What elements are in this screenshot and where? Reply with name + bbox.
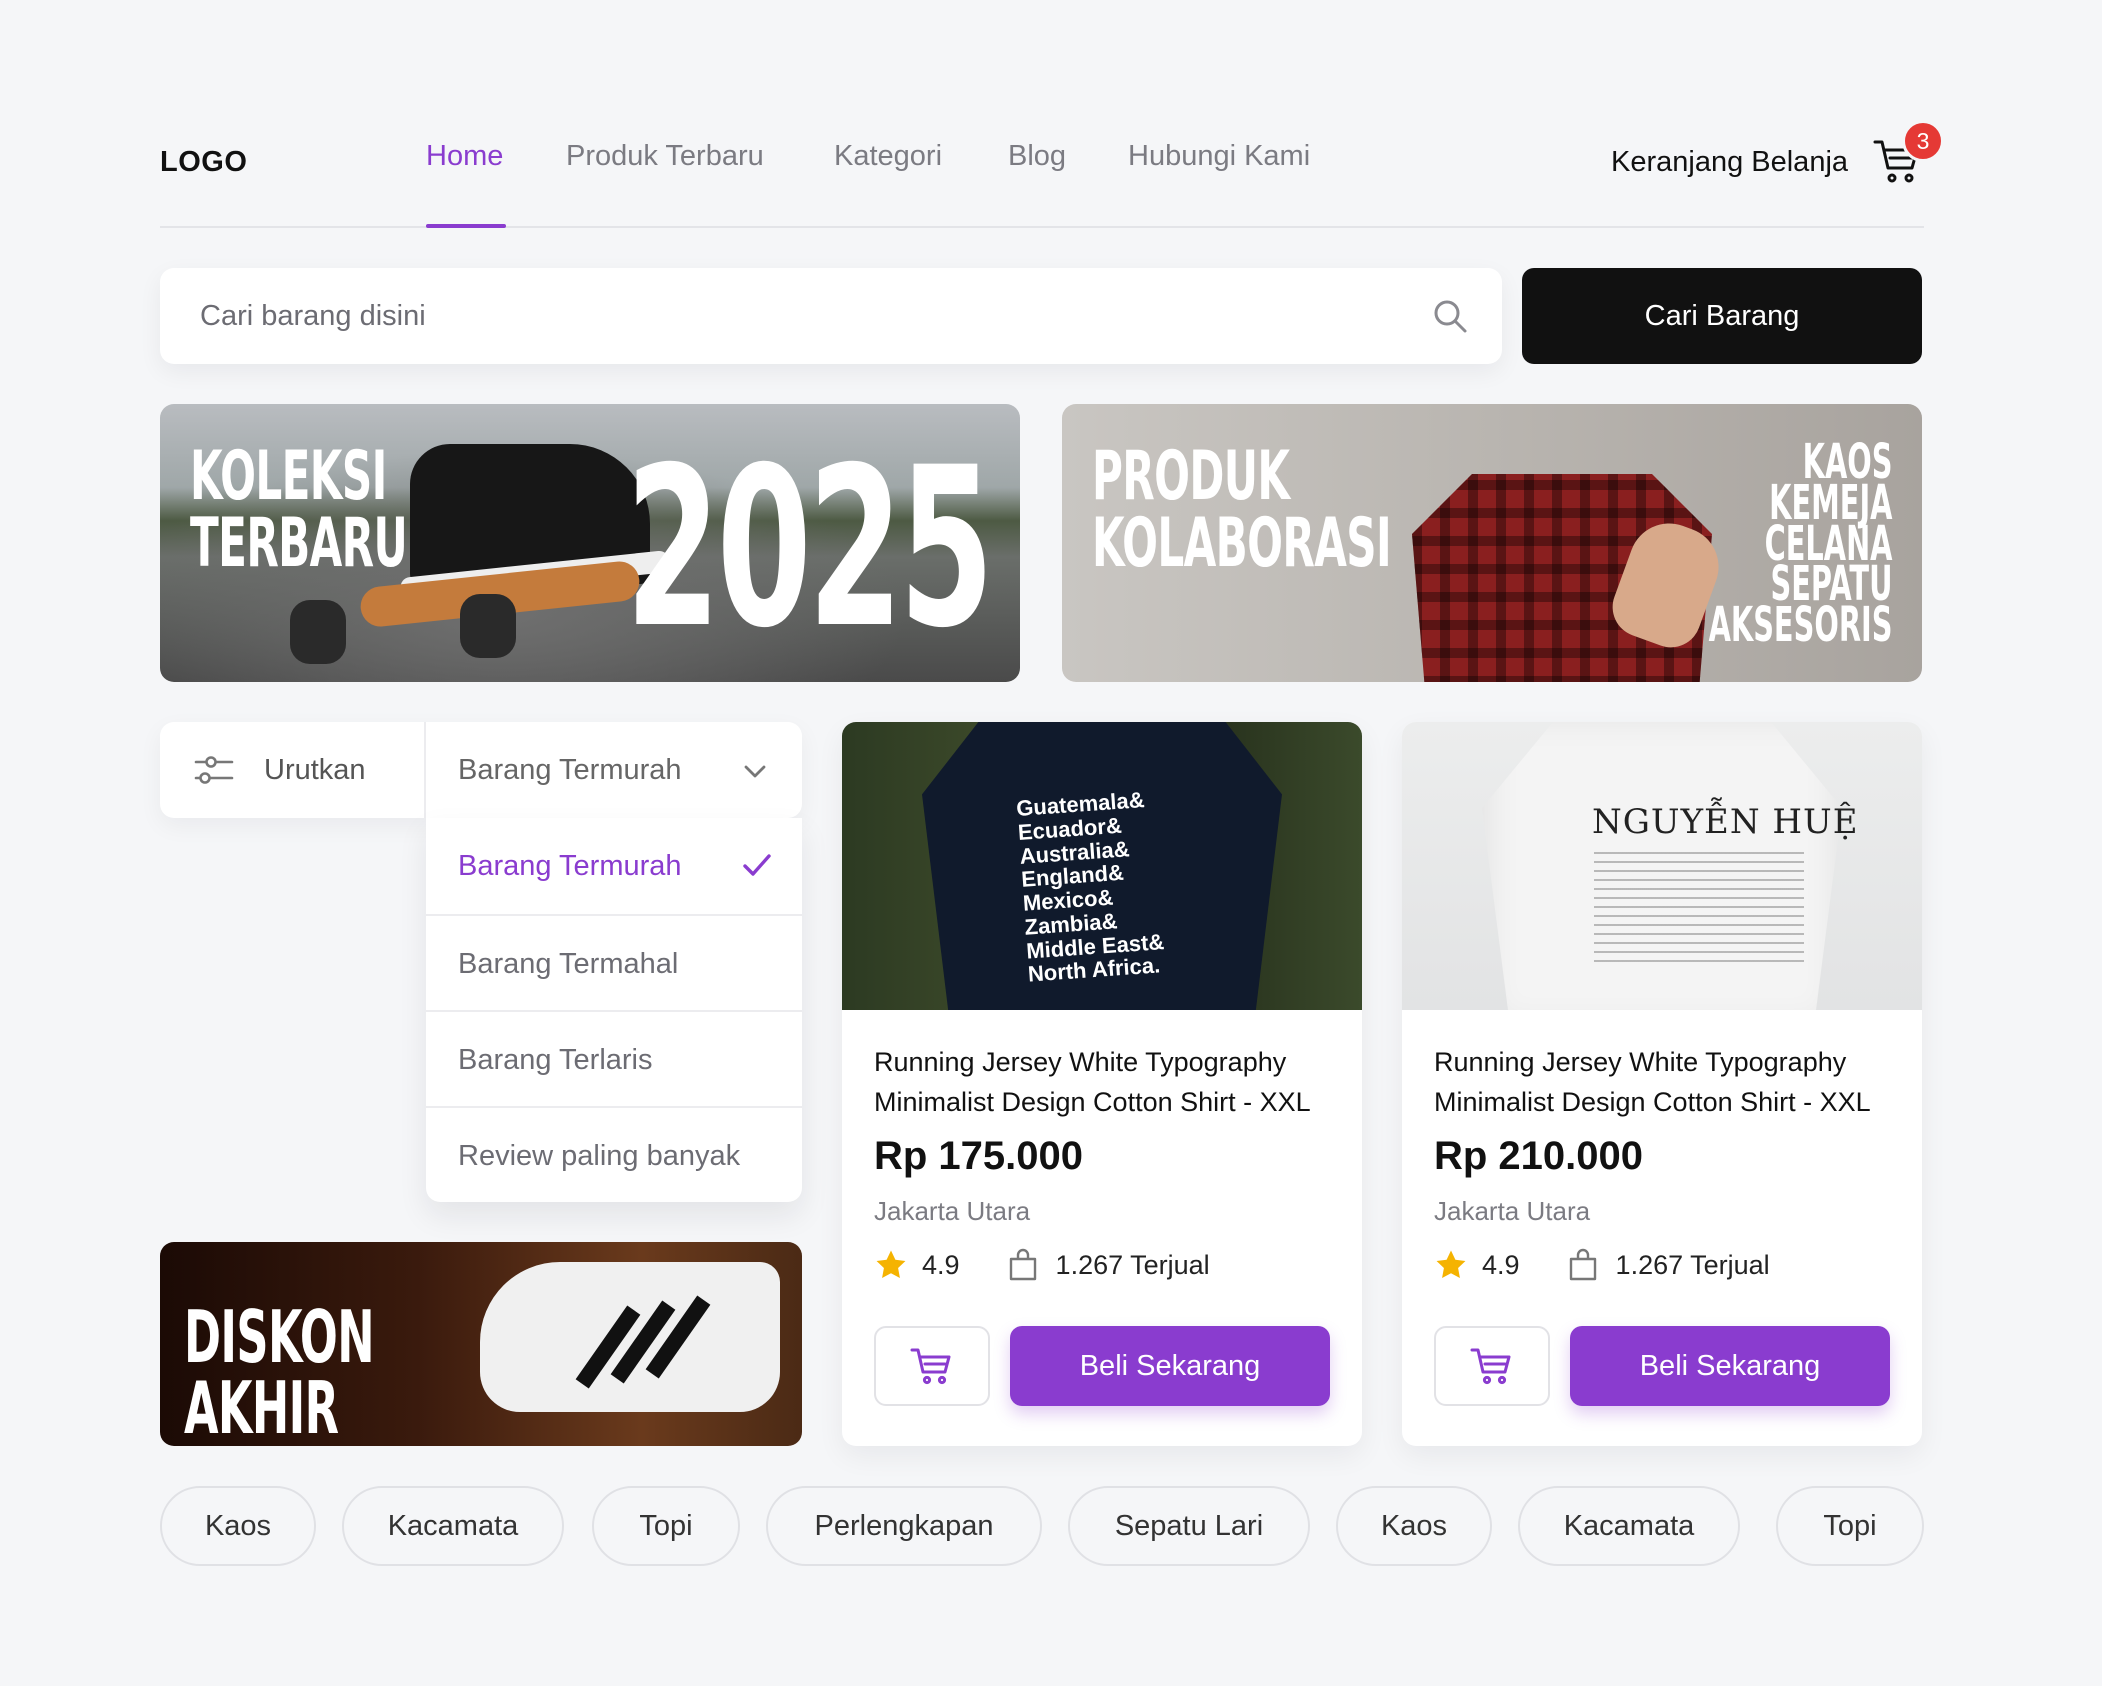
sort-dropdown[interactable]: Urutkan Barang Termurah	[160, 722, 802, 818]
category-pill[interactable]: Sepatu Lari	[1068, 1486, 1310, 1566]
add-to-cart-button[interactable]	[874, 1326, 990, 1406]
tshirt-print-text: NGUYỄN HUỆ	[1592, 802, 1859, 842]
category-pill[interactable]: Perlengkapan	[766, 1486, 1042, 1566]
check-icon	[743, 854, 771, 876]
sort-label: Urutkan	[264, 754, 366, 786]
nav-produk-terbaru[interactable]: Produk Terbaru	[566, 140, 764, 173]
product-image[interactable]: Guatemala& Ecuador& Australia& England& …	[842, 722, 1362, 1010]
sort-divider	[424, 722, 426, 818]
product-price: Rp 175.000	[874, 1134, 1084, 1178]
cart-count-badge: 3	[1902, 120, 1944, 162]
star-icon	[876, 1250, 906, 1279]
sneaker-illustration	[480, 1262, 780, 1412]
product-stats: 4.9 1.267 Terjual	[1434, 1248, 1770, 1282]
banner-title: DISKON AKHIR TAHUN	[184, 1295, 375, 1446]
sort-menu: Barang Termurah Barang Termahal Barang T…	[426, 818, 802, 1202]
cart-label[interactable]: Keranjang Belanja	[1611, 146, 1848, 179]
add-to-cart-button[interactable]	[1434, 1326, 1550, 1406]
nav-home[interactable]: Home	[426, 140, 503, 173]
banner-year-end-discount[interactable]: DISKON AKHIR TAHUN	[160, 1242, 802, 1446]
product-sold-count: 1.267 Terjual	[1615, 1249, 1770, 1280]
nav-active-indicator	[426, 224, 506, 228]
product-rating: 4.9	[1482, 1249, 1520, 1280]
category-pill[interactable]: Topi	[1776, 1486, 1924, 1566]
logo[interactable]: LOGO	[160, 146, 247, 179]
sort-option-most-expensive[interactable]: Barang Termahal	[426, 914, 802, 1010]
product-card[interactable]: Guatemala& Ecuador& Australia& England& …	[842, 722, 1362, 1446]
chevron-down-icon[interactable]	[742, 758, 768, 784]
wheel-illustration	[460, 594, 516, 658]
product-sold-count: 1.267 Terjual	[1055, 1249, 1210, 1280]
product-title[interactable]: Running Jersey White Typography Minimali…	[874, 1042, 1334, 1122]
category-pill[interactable]: Kacamata	[1518, 1486, 1740, 1566]
banner-title: PRODUK KOLABORASI	[1092, 437, 1392, 583]
shopping-bag-icon	[1009, 1248, 1036, 1281]
cart-icon	[910, 1348, 951, 1385]
product-location: Jakarta Utara	[1434, 1196, 1591, 1226]
search-input[interactable]	[200, 268, 1400, 364]
product-image[interactable]: NGUYỄN HUỆ	[1402, 722, 1922, 1010]
filter-sliders-icon	[194, 756, 234, 784]
product-rating: 4.9	[922, 1249, 960, 1280]
search-box	[160, 268, 1502, 364]
cart-icon	[1470, 1348, 1511, 1385]
search-icon[interactable]	[1432, 298, 1468, 334]
shopping-bag-icon	[1569, 1248, 1596, 1281]
buy-now-button[interactable]: Beli Sekarang	[1570, 1326, 1890, 1406]
banner-year: 2025	[625, 420, 993, 676]
buy-now-button[interactable]: Beli Sekarang	[1010, 1326, 1330, 1406]
tshirt-print-lines	[1594, 852, 1804, 962]
star-icon	[1436, 1250, 1466, 1279]
category-pill[interactable]: Kaos	[160, 1486, 316, 1566]
product-stats: 4.9 1.267 Terjual	[874, 1248, 1210, 1282]
sort-selected-value[interactable]: Barang Termurah	[458, 754, 682, 787]
tshirt-print-text: Guatemala& Ecuador& Australia& England& …	[1015, 787, 1165, 987]
search-button[interactable]: Cari Barang	[1522, 268, 1922, 364]
product-card[interactable]: NGUYỄN HUỆ Running Jersey White Typograp…	[1402, 722, 1922, 1446]
nav-hubungi-kami[interactable]: Hubungi Kami	[1128, 140, 1310, 173]
sort-option-best-selling[interactable]: Barang Terlaris	[426, 1010, 802, 1106]
product-location: Jakarta Utara	[874, 1196, 1031, 1226]
banner-collaboration[interactable]: PRODUK KOLABORASI KAOS KEMEJA CELANA SEP…	[1062, 404, 1922, 682]
category-pill[interactable]: Kaos	[1336, 1486, 1492, 1566]
sort-option-cheapest[interactable]: Barang Termurah	[426, 818, 802, 914]
banner-category-list: KAOS KEMEJA CELANA SEPATU AKSESORIS	[1708, 434, 1892, 654]
nav-blog[interactable]: Blog	[1008, 140, 1066, 173]
product-price: Rp 210.000	[1434, 1134, 1644, 1178]
nav-divider	[160, 226, 1924, 228]
category-pill[interactable]: Kacamata	[342, 1486, 564, 1566]
banner-title: KOLEKSI TERBARU	[190, 437, 408, 583]
wheel-illustration	[290, 600, 346, 664]
product-title[interactable]: Running Jersey White Typography Minimali…	[1434, 1042, 1894, 1122]
category-pills: Kaos Kacamata Topi Perlengkapan Sepatu L…	[160, 1486, 1924, 1566]
banner-new-collection[interactable]: KOLEKSI TERBARU 2025	[160, 404, 1020, 682]
nav-kategori[interactable]: Kategori	[834, 140, 942, 173]
sort-option-most-reviews[interactable]: Review paling banyak	[426, 1106, 802, 1202]
category-pill[interactable]: Topi	[592, 1486, 740, 1566]
